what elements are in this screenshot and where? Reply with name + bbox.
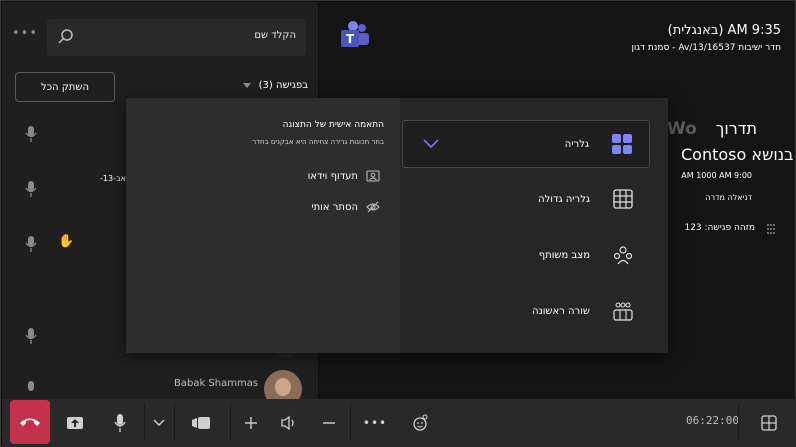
teams-logo-icon: T	[341, 21, 369, 47]
camera-options-button[interactable]	[148, 399, 170, 447]
more-icon: •••	[362, 416, 388, 430]
hang-up-button[interactable]	[10, 400, 50, 444]
prioritize-video-option[interactable]: תעדוף וידאו	[308, 168, 380, 184]
chevron-down-icon	[153, 419, 165, 426]
front-row-icon	[613, 302, 633, 321]
search-placeholder: הקלד שם	[254, 30, 296, 41]
view-gallery-label: גלריה	[564, 138, 589, 150]
divider	[230, 403, 231, 441]
divider	[738, 403, 739, 441]
large-gallery-icon	[613, 189, 633, 209]
chevron-down-icon	[423, 139, 439, 149]
mic-icon	[28, 381, 34, 391]
reactions-button[interactable]	[406, 399, 434, 447]
more-actions-button[interactable]: •••	[362, 399, 388, 447]
call-timer: 06:22:00	[686, 414, 739, 427]
view-front-row-label: שורה ראשונה	[532, 305, 590, 317]
hang-up-icon	[20, 418, 40, 426]
add-button[interactable]	[240, 399, 262, 447]
room-label: חדר ישיבות Av/13/16537 - סמנת דגון	[631, 43, 781, 53]
grid-icon	[761, 415, 777, 431]
speaker-icon	[281, 415, 294, 431]
meeting-id: מזהה פגישה: 123	[684, 223, 755, 233]
together-mode-icon	[613, 246, 633, 265]
volume-button[interactable]	[276, 399, 302, 447]
view-options-popup: התאמה אישית של התצוגה בחר תכונות גרירה צ…	[126, 98, 668, 353]
reaction-icon	[413, 414, 428, 431]
minus-icon	[323, 422, 335, 424]
in-meeting-header[interactable]: בפגישה (3)	[243, 80, 308, 91]
divider	[174, 403, 175, 441]
mic-icon	[114, 414, 126, 432]
meeting-time: 9:00 AM 1000 AM	[681, 171, 752, 180]
eye-off-icon	[366, 201, 380, 213]
call-toolbar: ••• 06:22:00	[2, 399, 796, 447]
camera-button[interactable]	[186, 399, 216, 447]
share-tray-icon	[67, 417, 83, 429]
meeting-title: תדרוך	[715, 119, 757, 138]
partial-banner-text: Wo	[667, 119, 697, 139]
mic-icon	[25, 328, 37, 344]
partial-date-text: -13-אב/	[100, 174, 129, 183]
search-row: ••• הקלד שם	[2, 2, 318, 70]
view-together-mode[interactable]: מצב משותף	[402, 231, 650, 279]
plus-icon	[245, 417, 257, 429]
view-large-gallery-label: גלריה גדולה	[538, 193, 590, 205]
customize-view-title: התאמה אישית של התצוגה	[282, 120, 384, 130]
hide-me-label: הסתר אותי	[311, 201, 358, 213]
participant-name: Babak Shammas	[174, 378, 259, 389]
hide-me-option[interactable]: הסתר אותי	[311, 199, 380, 215]
mic-icon	[25, 181, 37, 197]
divider	[350, 403, 351, 441]
search-icon	[58, 29, 73, 44]
mic-icon	[25, 236, 37, 252]
organizer-name: דניאלה מדרה	[705, 193, 752, 202]
layout-button[interactable]	[754, 399, 784, 447]
window-frame: ••• הקלד שם השתק הכל בפגישה (3) ✋ -13-אב…	[0, 0, 796, 447]
more-options-icon[interactable]: •••	[12, 26, 37, 44]
time-label: 9:35 AM (באנגלית)	[667, 23, 781, 38]
customize-view-subtitle: בחר תכונות גרירה צחיחה היא אבקנים בחדר	[252, 138, 384, 146]
share-button[interactable]	[58, 399, 92, 447]
raised-hand-icon: ✋	[58, 234, 75, 249]
caret-down-icon	[243, 82, 252, 88]
customize-view-section: התאמה אישית של התצוגה בחר תכונות גרירה צ…	[126, 98, 400, 353]
prioritize-video-label: תעדוף וידאו	[307, 170, 358, 182]
view-large-gallery[interactable]: גלריה גדולה	[402, 175, 650, 223]
minus-button[interactable]	[318, 399, 340, 447]
mic-button[interactable]	[108, 399, 132, 447]
meeting-subject: בנושא Contoso	[681, 145, 794, 164]
view-together-mode-label: מצב משותף	[538, 249, 590, 261]
video-priority-icon	[366, 170, 380, 182]
view-gallery[interactable]: גלריה	[402, 120, 650, 168]
svg-text:T: T	[346, 32, 355, 46]
in-meeting-label: בפגישה (3)	[258, 80, 308, 91]
divider	[144, 403, 145, 441]
mic-icon	[25, 126, 37, 142]
search-input[interactable]: הקלד שם	[47, 19, 306, 56]
mute-all-button[interactable]: השתק הכל	[15, 72, 115, 102]
gallery-icon	[612, 134, 632, 154]
dialpad-icon	[767, 224, 775, 234]
camera-icon	[192, 417, 210, 429]
view-front-row[interactable]: שורה ראשונה	[402, 287, 650, 335]
